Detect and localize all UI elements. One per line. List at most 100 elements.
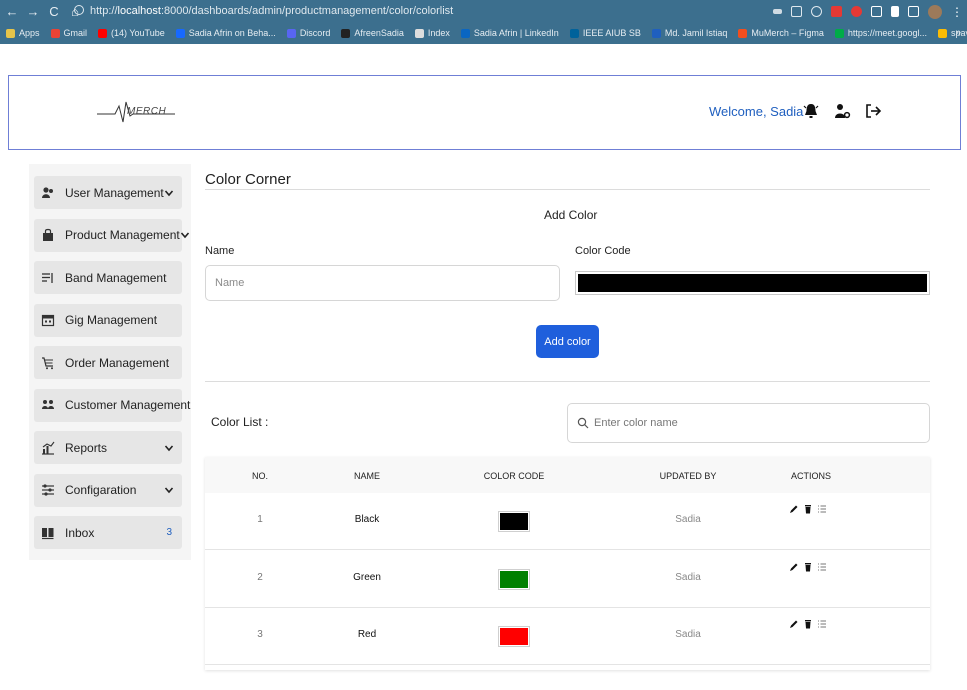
cart-icon xyxy=(42,356,53,369)
divider xyxy=(205,381,930,382)
updated-by: Sadia xyxy=(675,514,701,525)
sidebar-item-label: Reports xyxy=(65,440,108,455)
bookmark-item[interactable]: AfreenSadia xyxy=(341,28,404,38)
address-bar[interactable]: http://localhost:8000/dashboards/admin/p… xyxy=(74,3,734,20)
puzzle-icon[interactable] xyxy=(891,6,899,17)
bookmark-item[interactable]: Apps xyxy=(6,28,40,38)
bookmark-item[interactable]: Sadia Afrin | LinkedIn xyxy=(460,28,559,38)
bookmark-item[interactable]: MuMerch – Figma xyxy=(738,28,824,38)
column-actions-header[interactable]: ACTIONS xyxy=(791,471,831,481)
bookmarks-bar: Apps Gmail (14) YouTube Sadia Afrin on Beha… xyxy=(0,22,967,44)
chevron-down-icon[interactable] xyxy=(164,188,174,198)
sidebar-item-inbox[interactable]: Inbox 3 xyxy=(34,516,182,549)
color-swatch xyxy=(498,568,530,590)
edit-icon[interactable] xyxy=(789,504,799,514)
bookmark-icon xyxy=(937,28,947,38)
column-color-code-header[interactable]: COLOR CODE xyxy=(484,471,545,481)
sidebar-item-order-management[interactable]: Order Management xyxy=(34,346,182,379)
user-settings-icon[interactable] xyxy=(833,102,851,120)
logout-icon[interactable] xyxy=(864,102,882,120)
edit-icon[interactable] xyxy=(789,562,799,572)
sidebar-item-user-management[interactable]: User Management xyxy=(34,176,182,209)
bookmark-icon xyxy=(460,28,470,38)
row-actions xyxy=(789,562,827,572)
bookmark-label: Index xyxy=(427,28,450,38)
bell-icon[interactable] xyxy=(802,102,820,120)
delete-icon[interactable] xyxy=(803,562,813,572)
sidebar-item-customer-management[interactable]: Customer Management xyxy=(34,388,190,422)
bookmark-icon xyxy=(738,28,748,38)
color-code-label: Color Code xyxy=(575,245,631,257)
search-icon xyxy=(577,417,589,429)
delete-icon[interactable] xyxy=(803,504,813,514)
search-input[interactable] xyxy=(594,417,929,429)
share-icon[interactable] xyxy=(791,6,802,17)
sidebar-item-label: Customer Management xyxy=(65,398,191,412)
bookmark-item[interactable]: https://meet.googl... xyxy=(834,28,927,38)
sidebar-item-reports[interactable]: Reports xyxy=(34,431,182,464)
delete-icon[interactable] xyxy=(803,619,813,629)
sidebar: User Management Product Management Band Ma… xyxy=(29,164,191,560)
forward-icon[interactable]: → xyxy=(24,4,42,19)
star-icon[interactable] xyxy=(811,6,822,17)
column-name-header[interactable]: NAME xyxy=(354,471,380,481)
bookmark-item[interactable]: IEEE AIUB SB xyxy=(569,28,641,38)
bookmark-item[interactable]: Sadia Afrin on Beha... xyxy=(175,28,276,38)
list-icon[interactable] xyxy=(817,619,827,629)
merch-logo[interactable]: MERCH xyxy=(97,100,177,124)
edit-icon[interactable] xyxy=(789,619,799,629)
bookmark-icon xyxy=(98,28,108,38)
back-icon[interactable]: ← xyxy=(3,4,21,19)
column-updated-by-header[interactable]: UPDATED BY xyxy=(660,471,717,481)
extension-red-icon[interactable] xyxy=(831,6,842,17)
chevron-down-icon[interactable] xyxy=(164,443,174,453)
url-path: :8000/dashboards/admin/productmanagement… xyxy=(160,5,454,17)
url-host: localhost xyxy=(117,5,161,17)
sidebar-item-gig-management[interactable]: Gig Management xyxy=(34,303,182,337)
chevron-down-icon[interactable] xyxy=(180,230,190,240)
sidepanel-icon[interactable] xyxy=(908,6,919,17)
color-name: Green xyxy=(353,571,381,583)
info-icon[interactable] xyxy=(74,5,84,15)
sidebar-item-label: Inbox xyxy=(65,525,95,540)
key-icon[interactable] xyxy=(773,9,782,14)
column-no-header[interactable]: NO. xyxy=(252,471,268,481)
chevron-down-icon[interactable] xyxy=(164,485,174,495)
add-color-button[interactable]: Add color xyxy=(536,325,599,358)
bookmark-label: Sadia Afrin | LinkedIn xyxy=(473,28,559,38)
list-icon[interactable] xyxy=(817,504,827,514)
table-header: NO. NAME COLOR CODE UPDATED BY ACTIONS xyxy=(205,457,930,493)
adblock-icon[interactable] xyxy=(851,6,862,17)
color-code-swatch xyxy=(578,274,927,292)
extension-box-icon[interactable] xyxy=(871,6,882,17)
playlist-icon xyxy=(42,272,53,283)
color-swatch xyxy=(498,511,530,532)
list-icon[interactable] xyxy=(817,562,827,572)
reload-icon[interactable]: C xyxy=(45,4,63,19)
bookmark-label: Md. Jamil Istiaq xyxy=(664,28,728,38)
sidebar-item-configaration[interactable]: Configaration xyxy=(34,473,182,507)
row-number: 2 xyxy=(257,571,263,583)
bookmarks-more-icon[interactable]: » xyxy=(955,22,961,44)
inbox-count-badge: 3 xyxy=(166,527,172,538)
sidebar-item-product-management[interactable]: Product Management xyxy=(34,218,189,252)
bookmark-item[interactable]: Md. Jamil Istiaq xyxy=(651,28,728,38)
bookmark-label: Discord xyxy=(299,28,331,38)
sidebar-item-band-management[interactable]: Band Management xyxy=(34,261,182,294)
bookmark-label: (14) YouTube xyxy=(111,28,165,38)
name-input[interactable] xyxy=(205,265,560,301)
bookmark-item[interactable]: Discord xyxy=(286,28,331,38)
bookmark-item[interactable]: Gmail xyxy=(50,28,87,38)
welcome-text: Welcome, Sadia xyxy=(709,104,804,119)
sidebar-item-label: Band Management xyxy=(65,270,167,285)
menu-icon[interactable]: ⋮ xyxy=(951,5,963,19)
search-box[interactable] xyxy=(567,403,930,443)
profile-avatar[interactable] xyxy=(928,4,942,19)
bookmark-item[interactable]: Index xyxy=(414,28,450,38)
bookmark-icon xyxy=(569,28,579,38)
bookmark-item[interactable]: spave 6.0 - Google... xyxy=(937,28,967,38)
bookmark-icon xyxy=(286,28,296,38)
sliders-icon xyxy=(42,484,54,496)
bookmark-item[interactable]: (14) YouTube xyxy=(98,28,165,38)
color-code-picker[interactable] xyxy=(575,271,930,295)
